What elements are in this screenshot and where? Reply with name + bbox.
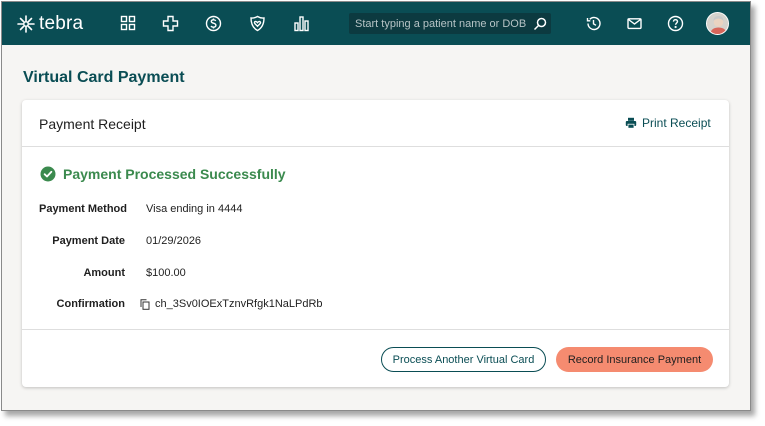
success-message: Payment Processed Successfully bbox=[63, 166, 286, 182]
patient-search-input[interactable] bbox=[349, 13, 527, 34]
payment-receipt-card: Payment Receipt Print Receipt Payment Pr… bbox=[22, 100, 729, 387]
bar-chart-icon[interactable] bbox=[291, 13, 311, 33]
help-icon[interactable] bbox=[665, 13, 685, 33]
search-icon[interactable] bbox=[531, 15, 548, 32]
confirmation-value-row: ch_3Sv0IOExTznvRfgk1NaLPdRb bbox=[140, 298, 323, 310]
process-another-virtual-card-button[interactable]: Process Another Virtual Card bbox=[381, 347, 546, 372]
patient-search bbox=[349, 13, 551, 34]
record-insurance-payment-button[interactable]: Record Insurance Payment bbox=[556, 347, 713, 372]
dollar-icon[interactable] bbox=[203, 13, 223, 33]
brand-name: tebra bbox=[39, 13, 84, 34]
amount-label: Amount bbox=[83, 267, 125, 279]
print-receipt-link[interactable]: Print Receipt bbox=[625, 116, 711, 130]
tebra-logo-icon bbox=[17, 15, 35, 33]
card-divider bbox=[22, 329, 729, 330]
confirmation-value: ch_3Sv0IOExTznvRfgk1NaLPdRb bbox=[155, 298, 323, 310]
tebra-logo[interactable]: tebra bbox=[17, 13, 83, 35]
payment-date-value: 01/29/2026 bbox=[146, 235, 202, 247]
medical-cross-icon[interactable] bbox=[160, 13, 180, 33]
amount-value: $100.00 bbox=[146, 267, 186, 279]
check-circle-icon bbox=[40, 166, 56, 182]
grid-icon[interactable] bbox=[118, 13, 138, 33]
top-navigation-bar: tebra bbox=[2, 2, 750, 45]
app-window: tebra Start typing a patient name or DOB… bbox=[1, 1, 751, 411]
print-receipt-label: Print Receipt bbox=[642, 116, 711, 130]
copy-icon[interactable] bbox=[140, 298, 150, 310]
page-title: Virtual Card Payment bbox=[23, 69, 185, 86]
heart-badge-icon[interactable] bbox=[247, 13, 267, 33]
payment-method-value: Visa ending in 4444 bbox=[146, 203, 243, 215]
confirmation-label: Confirmation bbox=[56, 298, 125, 310]
mail-icon[interactable] bbox=[624, 13, 644, 33]
card-header: Payment Receipt Print Receipt bbox=[22, 100, 729, 147]
payment-method-label: Payment Method bbox=[38, 203, 127, 215]
user-avatar[interactable] bbox=[706, 12, 729, 35]
success-status: Payment Processed Successfully bbox=[40, 166, 286, 182]
card-title: Payment Receipt bbox=[39, 116, 146, 132]
printer-icon bbox=[625, 117, 637, 129]
payment-date-label: Payment Date bbox=[52, 235, 125, 247]
history-icon[interactable] bbox=[583, 13, 603, 33]
